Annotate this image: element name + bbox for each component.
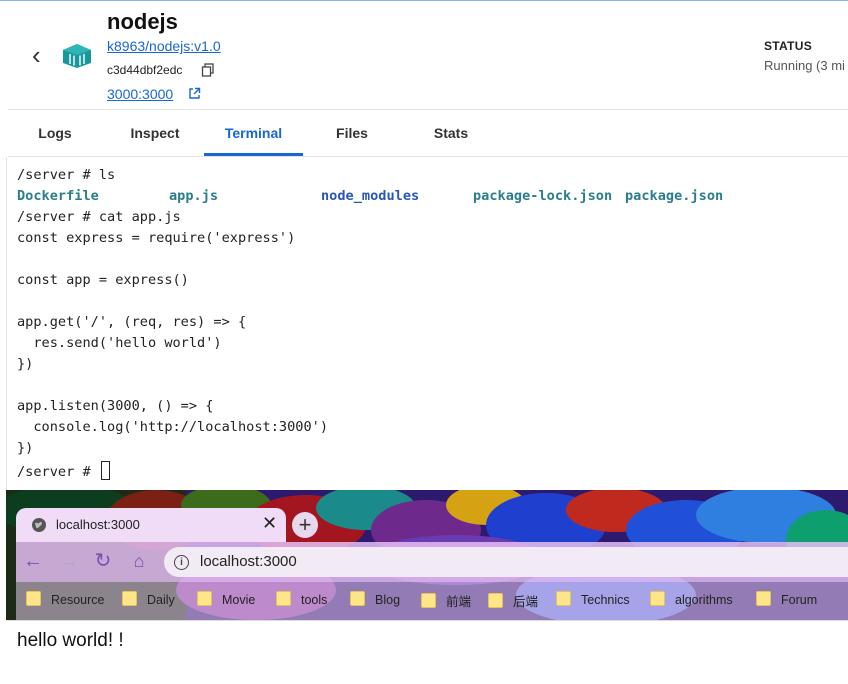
- chevron-left-icon[interactable]: ‹: [32, 42, 48, 68]
- status-label: STATUS: [764, 39, 813, 53]
- bookmark-label: Movie: [222, 593, 256, 607]
- folder-icon: [26, 591, 41, 606]
- folder-icon: [488, 593, 503, 608]
- container-id: c3d44dbf2edc: [107, 63, 183, 77]
- bookmark-technics[interactable]: Technics: [556, 591, 630, 607]
- tab-logs[interactable]: Logs: [14, 110, 96, 156]
- port-link[interactable]: 3000:3000: [107, 86, 173, 102]
- bookmark-label: 后端: [513, 595, 539, 609]
- bookmark-label: Resource: [51, 593, 105, 607]
- terminal-line: app.listen(3000, () => {: [17, 398, 214, 414]
- bookmark-label: tools: [301, 593, 328, 607]
- terminal-prompt: /server #: [17, 461, 110, 480]
- ls-file: app.js: [169, 188, 219, 204]
- folder-icon: [122, 591, 137, 606]
- bookmark-resource[interactable]: Resource: [26, 591, 105, 607]
- bookmark-blog[interactable]: Blog: [350, 591, 400, 607]
- page-content: hello world! !: [6, 620, 848, 684]
- bookmark-label: Blog: [375, 593, 401, 607]
- terminal-line: /server # cat app.js: [17, 209, 181, 225]
- bookmark-label: algorithms: [675, 593, 733, 607]
- terminal[interactable]: /server # ls Dockerfile app.js node_modu…: [6, 157, 848, 490]
- info-icon[interactable]: i: [174, 555, 189, 570]
- tab-inspect[interactable]: Inspect: [112, 110, 198, 156]
- bookmark-tools[interactable]: tools: [276, 591, 327, 607]
- tab-bar: Logs Inspect Terminal Files Stats: [8, 110, 848, 157]
- folder-icon: [650, 591, 665, 606]
- folder-icon: [756, 591, 771, 606]
- browser-tab-title: localhost:3000: [56, 517, 140, 532]
- plus-icon[interactable]: +: [292, 512, 318, 538]
- tab-files[interactable]: Files: [311, 110, 393, 156]
- folder-icon: [421, 593, 436, 608]
- terminal-line: app.get('/', (req, res) => {: [17, 314, 247, 330]
- bookmark-movie[interactable]: Movie: [197, 591, 255, 607]
- browser-window: localhost:3000 ✕ + ← → ↻ ⌂ i localhost:3…: [6, 490, 848, 684]
- terminal-line: }): [17, 440, 34, 456]
- bookmark-label: Forum: [781, 593, 818, 607]
- image-link[interactable]: k8963/nodejs:v1.0: [107, 38, 221, 54]
- terminal-line: const express = require('express'): [17, 230, 296, 246]
- ls-directory: node_modules: [321, 188, 420, 204]
- browser-toolbar: ← → ↻ ⌂ i localhost:3000: [16, 542, 848, 582]
- address-bar[interactable]: i localhost:3000: [164, 547, 848, 577]
- tab-stats[interactable]: Stats: [410, 110, 492, 156]
- bookmark-algorithms[interactable]: algorithms: [650, 591, 733, 607]
- bookmark-label: Technics: [581, 593, 630, 607]
- folder-icon: [197, 591, 212, 606]
- reload-icon[interactable]: ↻: [92, 550, 114, 572]
- bookmarks-bar: Resource Daily Movie tools Blog 前端 后端 Te…: [16, 582, 848, 620]
- folder-icon: [556, 591, 571, 606]
- terminal-line: const app = express(): [17, 272, 189, 288]
- terminal-line: res.send('hello world'): [17, 335, 222, 351]
- bookmark-daily[interactable]: Daily: [122, 591, 175, 607]
- folder-icon: [276, 591, 291, 606]
- container-name: nodejs: [107, 9, 178, 34]
- globe-icon: [32, 518, 46, 532]
- close-icon[interactable]: ✕: [262, 513, 277, 534]
- terminal-line: }): [17, 356, 34, 372]
- arrow-left-icon[interactable]: ←: [22, 550, 44, 572]
- bookmark-label: 前端: [446, 595, 472, 609]
- container-header: ‹ nodejs k8963/nodejs:v1.0 c3d44dbf2edc …: [8, 1, 848, 110]
- external-link-icon[interactable]: [188, 87, 201, 100]
- arrow-right-icon[interactable]: →: [58, 550, 80, 572]
- copy-icon[interactable]: [201, 63, 215, 77]
- bookmark-forum[interactable]: Forum: [756, 591, 817, 607]
- tab-terminal[interactable]: Terminal: [204, 110, 303, 156]
- ls-file: Dockerfile: [17, 188, 99, 204]
- docker-container-icon: [63, 44, 91, 68]
- page-text: hello world! !: [17, 630, 124, 651]
- terminal-cursor: [100, 461, 110, 480]
- folder-icon: [350, 591, 365, 606]
- browser-tab[interactable]: localhost:3000 ✕: [16, 508, 286, 542]
- terminal-line: /server # ls: [17, 167, 116, 183]
- bookmark-label: Daily: [147, 593, 175, 607]
- status-value: Running (3 mi: [764, 58, 845, 73]
- terminal-line: console.log('http://localhost:3000'): [17, 419, 328, 435]
- address-bar-url[interactable]: localhost:3000: [200, 553, 297, 570]
- home-icon[interactable]: ⌂: [128, 550, 150, 572]
- ls-file: package-lock.json: [473, 188, 613, 204]
- bookmark-backend[interactable]: 后端: [488, 591, 538, 610]
- prompt-text: /server #: [17, 464, 99, 480]
- ls-file: package.json: [625, 188, 724, 204]
- bookmark-frontend[interactable]: 前端: [421, 591, 471, 610]
